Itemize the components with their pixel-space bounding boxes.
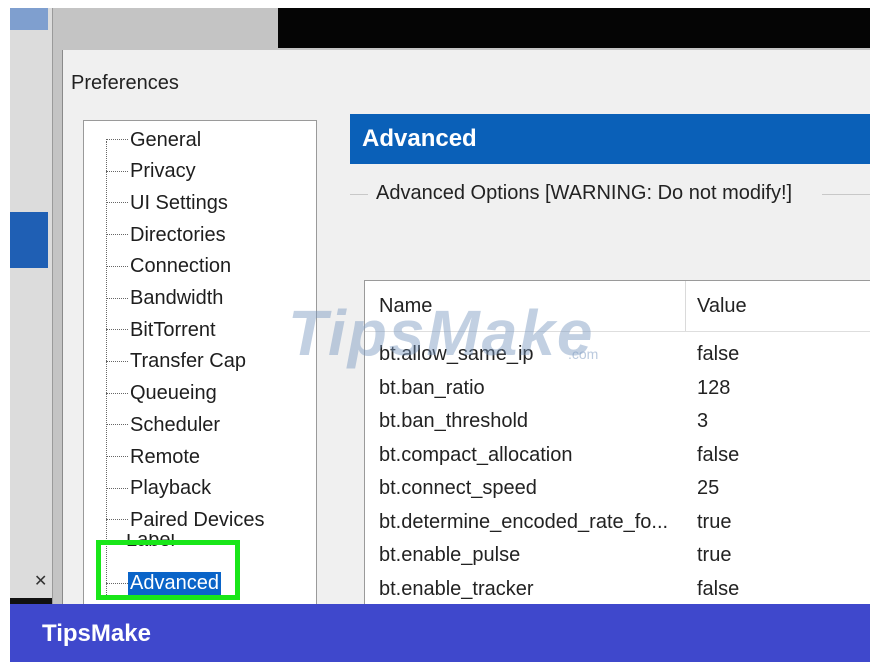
- tree-connector: [106, 170, 128, 173]
- tree-connector: [106, 202, 128, 204]
- tree-item-label: Directories: [130, 223, 226, 246]
- tree-item-label: Remote: [130, 445, 201, 468]
- column-header-value[interactable]: Value: [697, 295, 747, 318]
- tree-item-paired-devices[interactable]: Paired Devices: [84, 505, 267, 535]
- background-window: ✕: [10, 8, 53, 604]
- dialog-title: Preferences: [71, 72, 179, 94]
- watermark-suffix: .com: [568, 346, 599, 362]
- tree-item-transfer-cap[interactable]: Transfer Cap: [84, 347, 248, 377]
- setting-value: false: [697, 577, 740, 600]
- footer-brand: TipsMake: [42, 620, 151, 647]
- tree-item-label: Privacy: [130, 160, 196, 183]
- background-window-selection: [10, 212, 48, 268]
- table-row[interactable]: bt.enable_tracker false: [365, 574, 870, 605]
- background-dark-strip: [278, 8, 870, 48]
- tree-connector: [106, 456, 128, 458]
- setting-value: false: [697, 443, 740, 466]
- tree-item-label: Transfer Cap: [130, 350, 246, 373]
- close-icon[interactable]: ✕: [34, 571, 47, 591]
- tree-item-scheduler[interactable]: Scheduler: [84, 410, 222, 440]
- background-window-titlebar: [10, 8, 48, 30]
- tree-item-label: Connection: [130, 255, 232, 278]
- group-border: [350, 194, 368, 195]
- tree-item-label: UI Settings: [130, 191, 228, 214]
- tree-item-label: BitTorrent: [130, 318, 216, 341]
- panel-title: Advanced: [350, 114, 870, 164]
- table-row[interactable]: bt.determine_encoded_rate_fo... true: [365, 507, 870, 540]
- setting-name: bt.compact_allocation: [379, 443, 573, 466]
- setting-name: bt.enable_pulse: [379, 544, 521, 566]
- tree-item-label: Bandwidth: [130, 287, 224, 309]
- tree-item-directories[interactable]: Directories: [84, 220, 228, 250]
- advanced-options-group-title: Advanced Options [WARNING: Do not modify…: [370, 182, 799, 205]
- setting-name: bt.ban_threshold: [379, 410, 529, 432]
- table-row[interactable]: bt.connect_speed 25: [365, 473, 870, 506]
- table-row[interactable]: bt.ban_ratio 128: [365, 373, 870, 406]
- tree-connector: [106, 265, 128, 268]
- tree-item-privacy[interactable]: Privacy: [84, 157, 198, 187]
- tree-item-bittorrent[interactable]: BitTorrent: [84, 315, 218, 345]
- advanced-options-box: [350, 204, 870, 274]
- tree-item-label: Playback: [130, 477, 212, 500]
- watermark-logo: TipsMake: [288, 297, 595, 369]
- table-row[interactable]: bt.compact_allocation false: [365, 440, 870, 473]
- highlight-annotation: [96, 540, 240, 600]
- tree-item-label: General: [130, 128, 202, 151]
- tree-item-bandwidth[interactable]: Bandwidth: [84, 284, 225, 314]
- tree-connector: [106, 234, 128, 236]
- tree-connector: [106, 329, 128, 331]
- tree-item-queueing[interactable]: Queueing: [84, 379, 219, 409]
- setting-value: true: [697, 544, 732, 566]
- tree-item-label: Scheduler: [130, 413, 221, 436]
- setting-name: bt.enable_tracker: [379, 577, 534, 600]
- tree-item-label: Queueing: [130, 382, 217, 405]
- tree-connector: [106, 139, 128, 141]
- screen: ✕ Preferences General Privacy UI Settings D…: [10, 8, 870, 604]
- setting-name: bt.connect_speed: [379, 477, 537, 499]
- column-divider[interactable]: [685, 281, 686, 331]
- tree-item-connection[interactable]: Connection: [84, 252, 233, 282]
- setting-name: bt.ban_ratio: [379, 376, 485, 399]
- tree-connector: [106, 297, 128, 300]
- background-window-edge: [10, 598, 52, 604]
- tree-connector: [106, 487, 128, 490]
- group-border: [822, 194, 870, 195]
- tree-item-ui-settings[interactable]: UI Settings: [84, 188, 230, 218]
- tree-item-remote[interactable]: Remote: [84, 442, 202, 472]
- tree-connector: [106, 424, 128, 426]
- table-row[interactable]: bt.enable_pulse true: [365, 540, 870, 573]
- tree-item-label: Paired Devices: [130, 508, 265, 531]
- setting-value: false: [697, 343, 740, 365]
- setting-value: true: [697, 510, 732, 533]
- setting-value: 25: [697, 477, 720, 499]
- tree-item-general[interactable]: General: [84, 125, 203, 155]
- table-row[interactable]: bt.ban_threshold 3: [365, 406, 870, 439]
- preferences-tree[interactable]: General Privacy UI Settings Directories Conn…: [83, 120, 317, 604]
- setting-name: bt.determine_encoded_rate_fo...: [379, 510, 669, 533]
- tree-item-playback[interactable]: Playback: [84, 474, 213, 504]
- tree-connector: [106, 360, 128, 363]
- tree-connector: [106, 519, 128, 521]
- tree-connector: [106, 392, 128, 395]
- image-frame: ✕ Preferences General Privacy UI Settings D…: [10, 8, 870, 662]
- setting-value: 3: [697, 410, 709, 432]
- setting-value: 128: [697, 376, 731, 399]
